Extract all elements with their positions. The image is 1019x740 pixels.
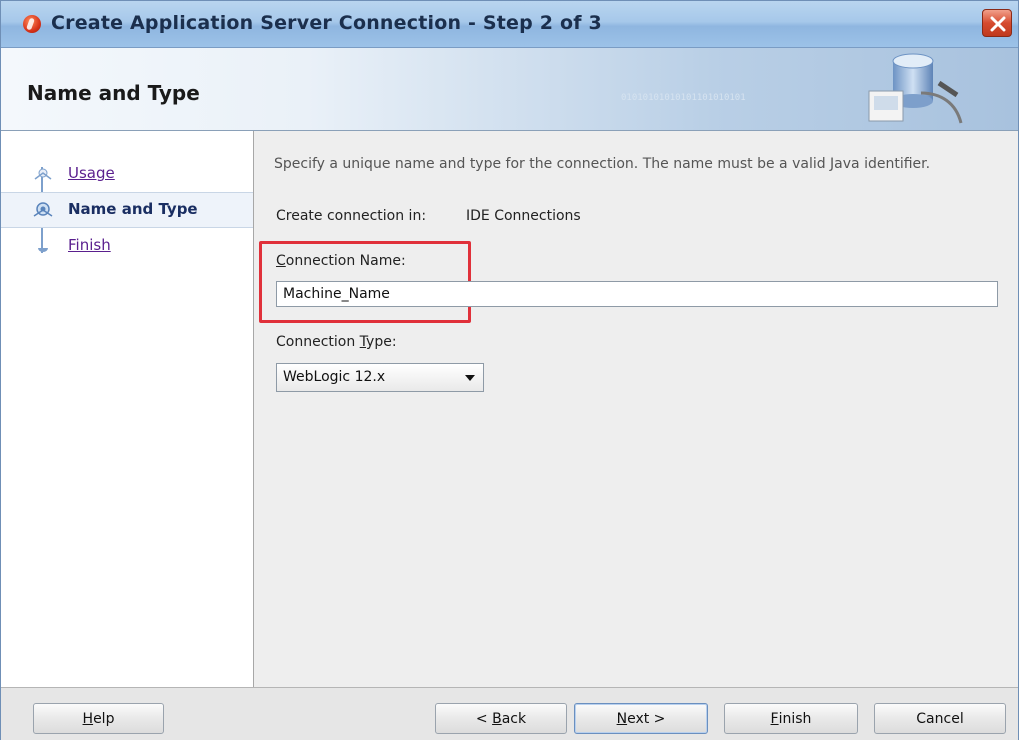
- page-title: Name and Type: [27, 81, 200, 105]
- nav-step-label[interactable]: Usage: [68, 164, 115, 182]
- connection-type-label: Connection Type:: [276, 334, 397, 350]
- help-button[interactable]: Help: [33, 703, 164, 734]
- connection-type-selected: WebLogic 12.x: [283, 369, 386, 385]
- connection-name-input[interactable]: [276, 281, 998, 307]
- next-button[interactable]: Next >: [574, 703, 708, 734]
- cancel-button[interactable]: Cancel: [874, 703, 1006, 734]
- back-button[interactable]: < Back: [435, 703, 567, 734]
- close-icon: [990, 16, 1006, 32]
- nav-step-finish[interactable]: Finish: [1, 229, 253, 263]
- step-visited-icon: [34, 168, 52, 180]
- nav-step-usage[interactable]: Usage: [1, 157, 253, 191]
- connection-name-label: Connection Name:: [276, 253, 406, 269]
- nav-step-name-and-type[interactable]: Name and Type: [1, 192, 253, 228]
- step-current-icon: [33, 202, 53, 217]
- nav-step-label[interactable]: Finish: [68, 236, 111, 254]
- title-bar[interactable]: Create Application Server Connection - S…: [1, 1, 1018, 48]
- button-bar: Help < Back Next > Finish Cancel: [1, 687, 1018, 740]
- instructions-text: Specify a unique name and type for the c…: [274, 156, 931, 172]
- window-title: Create Application Server Connection - S…: [51, 12, 602, 34]
- wizard-header: Name and Type 01010101010101101010101: [1, 48, 1018, 131]
- step-pending-icon: [38, 248, 48, 252]
- create-in-value: IDE Connections: [466, 208, 581, 224]
- binary-decoration: 01010101010101101010101: [621, 93, 746, 103]
- dialog-window: Create Application Server Connection - S…: [0, 0, 1019, 740]
- connection-type-dropdown[interactable]: WebLogic 12.x: [276, 363, 484, 392]
- finish-button[interactable]: Finish: [724, 703, 858, 734]
- database-connection-icon: [868, 53, 963, 124]
- wizard-steps-nav: Usage Name and Type Finish: [1, 131, 254, 687]
- nav-step-label: Name and Type: [68, 200, 198, 218]
- oracle-app-icon: [23, 15, 41, 33]
- create-in-label: Create connection in:: [276, 208, 427, 224]
- dropdown-arrow-icon: [465, 375, 475, 381]
- close-button[interactable]: [982, 9, 1012, 37]
- main-panel: Specify a unique name and type for the c…: [254, 131, 1018, 687]
